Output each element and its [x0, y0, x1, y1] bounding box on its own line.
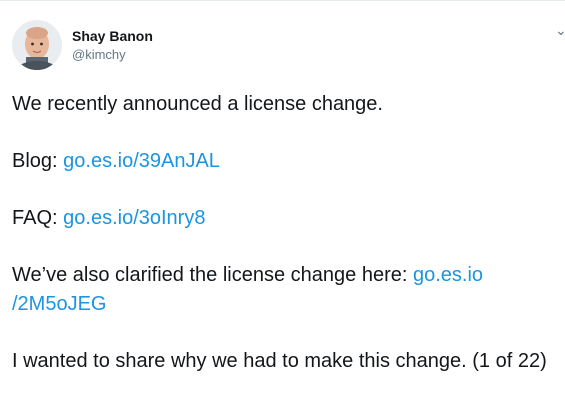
author-display-name[interactable]: Shay Banon — [72, 27, 153, 45]
tweet-line-announcement: We recently announced a license change. — [12, 93, 383, 115]
blog-label: Blog: — [12, 150, 58, 172]
chevron-down-icon[interactable]: ⌄ — [555, 23, 565, 37]
tweet-line-faq: FAQ: go.es.io/3oInry8 — [12, 204, 552, 233]
tweet-header: Shay Banon @kimchy — [12, 20, 153, 76]
tweet-line-blog: Blog: go.es.io/39AnJAL — [12, 147, 552, 176]
blog-link[interactable]: go.es.io/39AnJAL — [63, 150, 220, 172]
clarify-text: We’ve also clarified the license change … — [12, 264, 408, 286]
avatar[interactable] — [12, 20, 62, 70]
clarify-link-part-1: go.es.io — [412, 264, 484, 286]
tweet-line-clarify: We’ve also clarified the license change … — [12, 261, 552, 318]
author-handle[interactable]: @kimchy — [72, 46, 153, 64]
clarify-link-part-2: /2M5oJEG — [12, 292, 107, 315]
tweet-line-final: I wanted to share why we had to make thi… — [12, 349, 547, 372]
faq-label: FAQ: — [12, 207, 58, 229]
tweet-card: Shay Banon @kimchy ⌄ We recently announc… — [0, 0, 565, 419]
tweet-text: We recently announced a license change. … — [12, 90, 552, 404]
author-names: Shay Banon @kimchy — [72, 27, 153, 64]
faq-link[interactable]: go.es.io/3oInry8 — [63, 207, 205, 229]
